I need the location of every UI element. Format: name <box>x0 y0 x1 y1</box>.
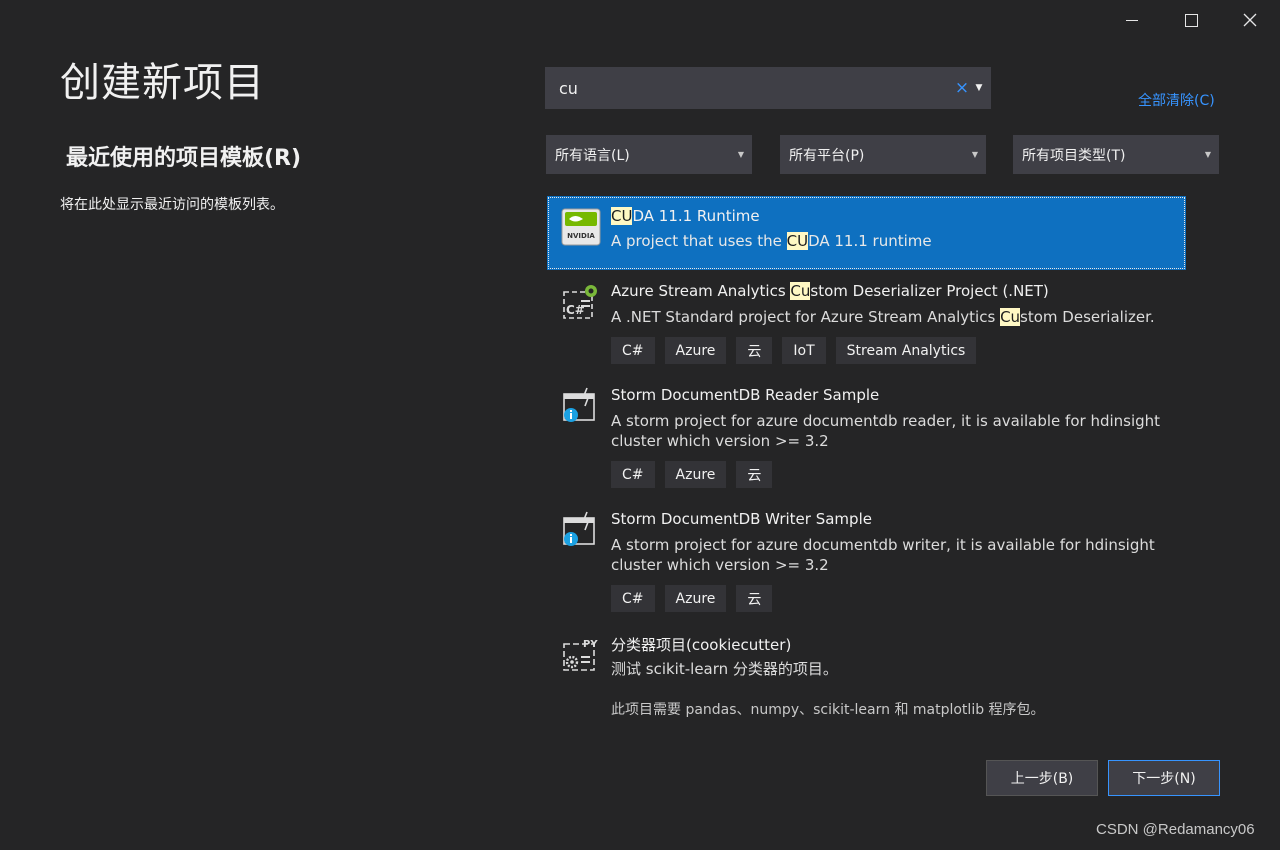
language-filter-label: 所有语言(L) <box>555 147 630 164</box>
template-description: 测试 scikit-learn 分类器的项目。 <box>611 660 838 678</box>
close-icon <box>1243 13 1257 27</box>
tag-language: C# <box>611 585 655 612</box>
recent-templates-heading: 最近使用的项目模板(R) <box>66 146 302 171</box>
template-item-cuda-runtime[interactable]: NVIDIA CUDA 11.1 Runtime A project that … <box>547 196 1186 270</box>
template-description: A storm project for azure documentdb rea… <box>611 412 1161 450</box>
tag-cloud: 云 <box>736 461 773 488</box>
template-tags: C# Azure 云 IoT Stream Analytics <box>611 337 977 364</box>
search-match-highlight: Cu <box>1000 308 1021 326</box>
storm-info-icon <box>561 510 601 550</box>
description-text: stom Deserializer. <box>1020 308 1155 326</box>
tag-stream-analytics: Stream Analytics <box>835 337 977 364</box>
template-name: Storm DocumentDB Writer Sample <box>611 510 872 528</box>
template-name: CUDA 11.1 Runtime <box>611 207 760 225</box>
storm-info-icon <box>561 386 601 426</box>
template-name-text: stom Deserializer Project (.NET) <box>810 282 1049 300</box>
template-name: Azure Stream Analytics Custom Deserializ… <box>611 282 1049 300</box>
tag-cloud: 云 <box>736 337 773 364</box>
tag-platform: Azure <box>664 337 727 364</box>
project-type-filter-label: 所有项目类型(T) <box>1022 147 1126 164</box>
template-item-storm-reader[interactable]: Storm DocumentDB Reader Sample A storm p… <box>547 381 1186 491</box>
search-clear-icon[interactable]: × <box>953 78 971 98</box>
template-item-storm-writer[interactable]: Storm DocumentDB Writer Sample A storm p… <box>547 505 1186 615</box>
csharp-gear-icon: C# <box>561 282 601 322</box>
tag-iot: IoT <box>782 337 826 364</box>
next-button[interactable]: 下一步(N) <box>1108 760 1220 796</box>
tag-cloud: 云 <box>736 585 773 612</box>
chevron-down-icon: ▼ <box>737 150 744 159</box>
page-title: 创建新项目 <box>60 60 265 106</box>
template-tags: C# Azure 云 <box>611 461 773 488</box>
project-type-filter-dropdown[interactable]: 所有项目类型(T) ▼ <box>1013 135 1219 174</box>
tag-language: C# <box>611 337 655 364</box>
description-text: DA 11.1 runtime <box>808 232 932 250</box>
search-match-highlight: Cu <box>790 282 811 300</box>
search-match-highlight: CU <box>786 232 809 250</box>
description-text: A project that uses the <box>611 232 787 250</box>
maximize-button[interactable] <box>1162 0 1220 40</box>
search-history-dropdown-icon[interactable]: ▼ <box>971 83 987 93</box>
svg-text:PY: PY <box>583 639 598 650</box>
chevron-down-icon: ▼ <box>971 150 978 159</box>
template-description: A .NET Standard project for Azure Stream… <box>611 307 1171 327</box>
maximize-icon <box>1184 13 1198 27</box>
search-input[interactable] <box>545 77 953 99</box>
watermark-text: CSDN @Redamancy06 <box>1096 821 1255 838</box>
create-project-window: 创建新项目 最近使用的项目模板(R) 将在此处显示最近访问的模板列表。 × ▼ … <box>0 0 1280 850</box>
python-gear-icon: PY <box>561 634 601 674</box>
template-description: A project that uses the CUDA 11.1 runtim… <box>611 231 1171 251</box>
clear-all-link[interactable]: 全部清除(C) <box>1138 90 1215 110</box>
description-text: A .NET Standard project for Azure Stream… <box>611 308 1001 326</box>
tag-language: C# <box>611 461 655 488</box>
template-name: Storm DocumentDB Reader Sample <box>611 386 880 404</box>
template-item-asa-custom-deserializer[interactable]: C# Azure Stream Analytics Custom Deseria… <box>547 276 1186 371</box>
search-match-highlight: CU <box>611 207 633 225</box>
tag-platform: Azure <box>664 585 727 612</box>
minimize-button[interactable] <box>1103 0 1161 40</box>
template-search-box: × ▼ <box>545 67 991 109</box>
platform-filter-label: 所有平台(P) <box>789 147 865 164</box>
tag-platform: Azure <box>664 461 727 488</box>
platform-filter-dropdown[interactable]: 所有平台(P) ▼ <box>780 135 986 174</box>
template-name-text: Azure Stream Analytics <box>611 282 791 300</box>
template-name: 分类器项目(cookiecutter) <box>611 636 792 654</box>
template-name-text: DA 11.1 Runtime <box>632 207 760 225</box>
chevron-down-icon: ▼ <box>1204 150 1211 159</box>
language-filter-dropdown[interactable]: 所有语言(L) ▼ <box>546 135 752 174</box>
recent-templates-empty-text: 将在此处显示最近访问的模板列表。 <box>60 197 284 213</box>
svg-text:NVIDIA: NVIDIA <box>567 232 595 240</box>
template-description: A storm project for azure documentdb wri… <box>611 536 1155 574</box>
nvidia-icon: NVIDIA <box>561 207 601 247</box>
template-item-classifier-cookiecutter[interactable]: PY 分类器项目(cookiecutter) 测试 scikit-learn 分… <box>547 629 1186 724</box>
minimize-icon <box>1126 19 1138 21</box>
template-tags: C# Azure 云 <box>611 585 773 612</box>
close-button[interactable] <box>1221 0 1279 40</box>
template-requirements-note: 此项目需要 pandas、numpy、scikit-learn 和 matplo… <box>611 702 1045 718</box>
back-button[interactable]: 上一步(B) <box>986 760 1098 796</box>
